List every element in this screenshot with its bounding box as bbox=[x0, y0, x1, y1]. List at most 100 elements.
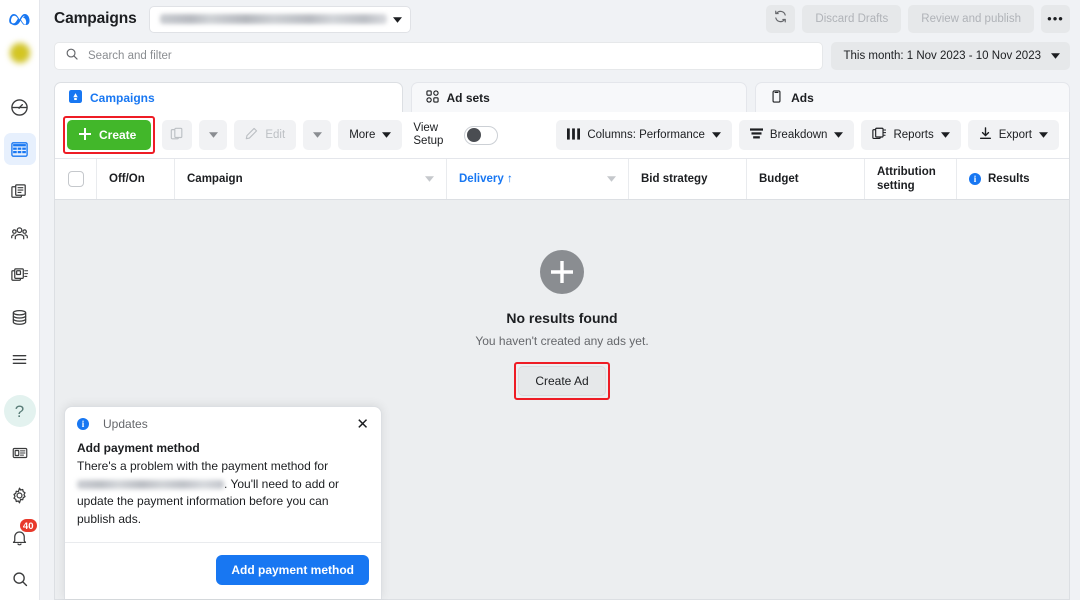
edit-dropdown-button[interactable] bbox=[303, 120, 332, 150]
top-bar-actions: Discard Drafts Review and publish ••• bbox=[766, 5, 1070, 33]
search-input[interactable] bbox=[88, 50, 813, 62]
info-icon: i bbox=[969, 173, 981, 185]
duplicate-dropdown-button[interactable] bbox=[199, 120, 228, 150]
reports-icon bbox=[872, 127, 887, 143]
column-header-results[interactable]: i Results bbox=[957, 159, 1069, 199]
sidebar-item-settings[interactable] bbox=[4, 479, 36, 511]
edit-button[interactable]: Edit bbox=[234, 120, 297, 150]
sidebar-item-notifications[interactable]: 40 bbox=[4, 518, 38, 553]
column-label: Attribution setting bbox=[877, 166, 936, 192]
campaign-icon bbox=[69, 89, 82, 106]
sidebar-item-ads-media[interactable] bbox=[4, 259, 36, 291]
notification-badge: 40 bbox=[18, 518, 38, 533]
create-button-highlight: Create bbox=[63, 116, 156, 154]
create-ad-button[interactable]: Create Ad bbox=[518, 366, 606, 396]
column-header-off-on[interactable]: Off/On bbox=[97, 159, 175, 199]
select-all-header[interactable] bbox=[55, 159, 97, 199]
column-label: Delivery ↑ bbox=[459, 173, 513, 185]
empty-state-title: No results found bbox=[506, 310, 618, 326]
view-setup-label-line1: View bbox=[413, 122, 439, 134]
gear-icon bbox=[10, 486, 29, 505]
updates-card-footer: Add payment method bbox=[65, 542, 381, 599]
table-header-row: Off/On Campaign Delivery ↑ Bid strategy … bbox=[55, 158, 1069, 200]
table-toolbar: Create Edit More View Setup Columns: Per… bbox=[55, 112, 1069, 158]
pencil-icon bbox=[245, 127, 258, 143]
account-selector[interactable] bbox=[148, 5, 411, 33]
main-area: Campaigns Discard Drafts Review and publ… bbox=[40, 0, 1080, 600]
search-and-filter-box[interactable] bbox=[54, 42, 824, 70]
breakdown-icon bbox=[749, 127, 763, 143]
tab-ads[interactable]: Ads bbox=[755, 82, 1070, 112]
close-icon[interactable]: ✕ bbox=[356, 417, 369, 432]
account-name-redacted bbox=[159, 14, 387, 24]
column-label: Budget bbox=[759, 173, 799, 185]
breakdown-button-label: Breakdown bbox=[769, 129, 828, 141]
sidebar-item-search[interactable] bbox=[4, 563, 36, 595]
updates-card-text: There's a problem with the payment metho… bbox=[77, 458, 369, 528]
menu-icon bbox=[10, 350, 29, 369]
view-setup-label-line2: Setup bbox=[413, 135, 444, 147]
breakdown-button[interactable]: Breakdown bbox=[738, 120, 855, 150]
refresh-button[interactable] bbox=[766, 5, 796, 33]
duplicate-icon bbox=[170, 127, 184, 144]
create-button[interactable]: Create bbox=[67, 120, 152, 150]
column-header-attribution-setting[interactable]: Attribution setting bbox=[865, 159, 957, 199]
more-button-label: More bbox=[349, 129, 376, 141]
reports-button[interactable]: Reports bbox=[861, 120, 961, 150]
more-options-button[interactable]: ••• bbox=[1041, 5, 1070, 33]
column-header-delivery[interactable]: Delivery ↑ bbox=[447, 159, 629, 199]
coins-icon bbox=[10, 308, 29, 327]
user-avatar[interactable] bbox=[8, 42, 31, 64]
reports-button-label: Reports bbox=[893, 129, 934, 141]
updates-card-title: Updates bbox=[103, 417, 148, 431]
column-label: Off/On bbox=[109, 173, 145, 185]
select-all-checkbox[interactable] bbox=[67, 171, 84, 187]
sidebar-item-dashboard-gauge[interactable] bbox=[4, 91, 36, 123]
tab-label: Ads bbox=[791, 90, 814, 105]
review-and-publish-button[interactable]: Review and publish bbox=[908, 5, 1034, 33]
plus-circle-icon bbox=[540, 250, 584, 294]
discard-drafts-button[interactable]: Discard Drafts bbox=[802, 5, 902, 33]
sidebar-item-billing[interactable] bbox=[4, 301, 36, 333]
column-header-bid-strategy[interactable]: Bid strategy bbox=[629, 159, 747, 199]
sidebar-item-campaigns-table[interactable] bbox=[3, 133, 36, 165]
columns-button[interactable]: Columns: Performance bbox=[556, 120, 732, 150]
more-button[interactable]: More bbox=[338, 120, 403, 150]
add-payment-method-button[interactable]: Add payment method bbox=[216, 555, 369, 585]
tab-campaigns[interactable]: Campaigns bbox=[54, 82, 403, 112]
chevron-down-icon bbox=[392, 10, 402, 28]
news-card-icon bbox=[11, 444, 29, 462]
tab-bar: Campaigns Ad sets Ads bbox=[40, 74, 1080, 112]
table-body: No results found You haven't created any… bbox=[55, 200, 1069, 599]
export-button[interactable]: Export bbox=[967, 120, 1059, 150]
column-header-campaign[interactable]: Campaign bbox=[175, 159, 447, 199]
updates-card: i Updates ✕ Add payment method There's a… bbox=[64, 406, 382, 599]
duplicate-button[interactable] bbox=[162, 120, 193, 150]
chevron-down-icon bbox=[607, 175, 616, 184]
media-icon bbox=[10, 266, 29, 285]
meta-logo[interactable] bbox=[8, 12, 32, 32]
chevron-down-icon bbox=[940, 129, 950, 141]
account-name-redacted bbox=[77, 479, 224, 489]
view-setup-toggle[interactable] bbox=[464, 125, 499, 145]
column-header-budget[interactable]: Budget bbox=[747, 159, 865, 199]
view-setup-label: View Setup bbox=[413, 122, 455, 148]
search-row: This month: 1 Nov 2023 - 10 Nov 2023 bbox=[40, 38, 1080, 74]
refresh-icon bbox=[773, 9, 788, 29]
chevron-down-icon bbox=[834, 129, 844, 141]
date-range-label: This month: 1 Nov 2023 - 10 Nov 2023 bbox=[843, 50, 1041, 62]
sidebar-item-all-tools[interactable] bbox=[4, 343, 36, 375]
ellipsis-icon: ••• bbox=[1047, 11, 1064, 26]
sidebar-item-news[interactable] bbox=[4, 437, 36, 469]
export-icon bbox=[979, 127, 992, 143]
date-range-picker[interactable]: This month: 1 Nov 2023 - 10 Nov 2023 bbox=[831, 42, 1070, 70]
tab-ad-sets[interactable]: Ad sets bbox=[410, 82, 748, 112]
sidebar-item-help[interactable]: ? bbox=[3, 395, 36, 427]
search-icon bbox=[11, 570, 29, 588]
table-icon bbox=[10, 140, 29, 159]
ads-icon bbox=[770, 89, 783, 106]
updates-text-before: There's a problem with the payment metho… bbox=[77, 459, 329, 473]
pages-icon bbox=[10, 182, 29, 201]
sidebar-item-audiences[interactable] bbox=[4, 217, 36, 249]
sidebar-item-pages-library[interactable] bbox=[4, 175, 36, 207]
